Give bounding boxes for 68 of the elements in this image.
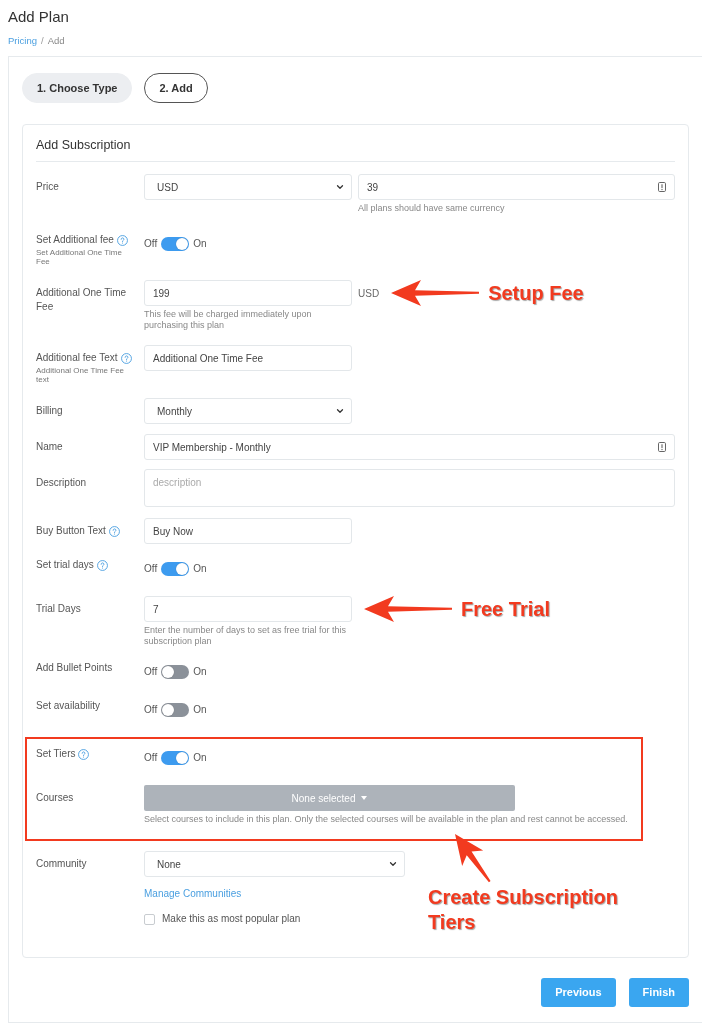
text-input[interactable]: 199 [144, 280, 352, 306]
toggle-switch[interactable] [161, 751, 190, 765]
page-title: Add Plan [7, 8, 70, 26]
field-label: Set trial days [36, 558, 94, 572]
step-tab[interactable]: 1. Choose Type [22, 73, 133, 103]
text-input[interactable]: VIP Membership - Monthly [144, 434, 675, 460]
field-label: Set Additional fee [36, 233, 114, 247]
field-label: Additional One Time Fee [36, 286, 128, 314]
field-label: Billing [36, 404, 63, 418]
on-label: On [193, 562, 207, 576]
off-label: Off [144, 237, 158, 251]
field-label: Buy Button Text [36, 524, 106, 538]
toggle-switch[interactable] [161, 237, 190, 251]
field-label: Name [36, 440, 63, 454]
off-label: Off [144, 703, 158, 717]
help-icon[interactable] [108, 525, 120, 537]
text-input[interactable]: 7 [144, 596, 352, 622]
on-label: On [193, 751, 207, 765]
text-input[interactable]: Buy Now [144, 518, 352, 544]
off-label: Off [144, 562, 158, 576]
field-label: Community [36, 857, 87, 871]
annotation-label: Create Subscription Tiers [428, 885, 620, 935]
field-hint: Set Additional One Time Fee [36, 248, 123, 266]
help-icon[interactable] [120, 352, 132, 364]
toggle-switch[interactable] [161, 562, 190, 576]
toggle-switch[interactable] [161, 665, 190, 679]
help-text: Select courses to include in this plan. Only the selected courses will be available in the plan and rest cannot be accessed. [144, 814, 628, 825]
caret-icon [361, 796, 368, 800]
checkbox[interactable] [144, 913, 155, 925]
help-text: Enter the number of days to set as free trial for this subscription plan [144, 625, 348, 647]
help-icon[interactable] [116, 234, 128, 246]
on-label: On [193, 665, 207, 679]
off-label: Off [144, 665, 158, 679]
field-hint: Additional One Time Fee text [36, 366, 126, 384]
on-label: On [193, 703, 207, 717]
help-text: This fee will be charged immediately upon purchasing this plan [144, 309, 313, 331]
select-field[interactable]: USD [144, 174, 352, 200]
field-label: Price [36, 180, 59, 194]
field-label: Trial Days [36, 602, 81, 616]
chevron-down-icon [335, 182, 345, 192]
field-label: Additional fee Text [36, 351, 118, 365]
on-label: On [193, 237, 207, 251]
checkbox-label: Make this as most popular plan [162, 912, 301, 926]
help-icon[interactable] [78, 748, 90, 760]
form-title: Add Subscription [36, 137, 132, 153]
toggle-switch[interactable] [161, 703, 190, 717]
field-label: Set Tiers [36, 747, 76, 761]
select-field[interactable]: None [144, 851, 405, 877]
field-label: Add Bullet Points [36, 661, 113, 675]
text-input[interactable]: Additional One Time Fee [144, 345, 352, 371]
annotation-label: Free Trial [461, 597, 550, 621]
help-text: All plans should have same currency [358, 203, 506, 214]
help-icon[interactable] [96, 559, 108, 571]
select-field[interactable]: Monthly [144, 398, 352, 424]
step-tab[interactable]: 2. Add [144, 73, 208, 103]
off-label: Off [144, 751, 158, 765]
chevron-down-icon [388, 859, 398, 869]
currency-suffix: USD [358, 286, 380, 301]
field-label: Set availability [36, 699, 100, 713]
breadcrumb-separator: / [41, 33, 44, 48]
annotation-label: Setup Fee [488, 281, 584, 305]
chevron-down-icon [335, 406, 345, 416]
alert-box-icon [658, 442, 666, 452]
field-label: Description [36, 476, 87, 490]
text-input[interactable]: 39 [358, 174, 675, 200]
field-label: Courses [36, 791, 74, 805]
breadcrumb-current: Add [47, 33, 65, 48]
alert-box-icon [658, 182, 666, 192]
